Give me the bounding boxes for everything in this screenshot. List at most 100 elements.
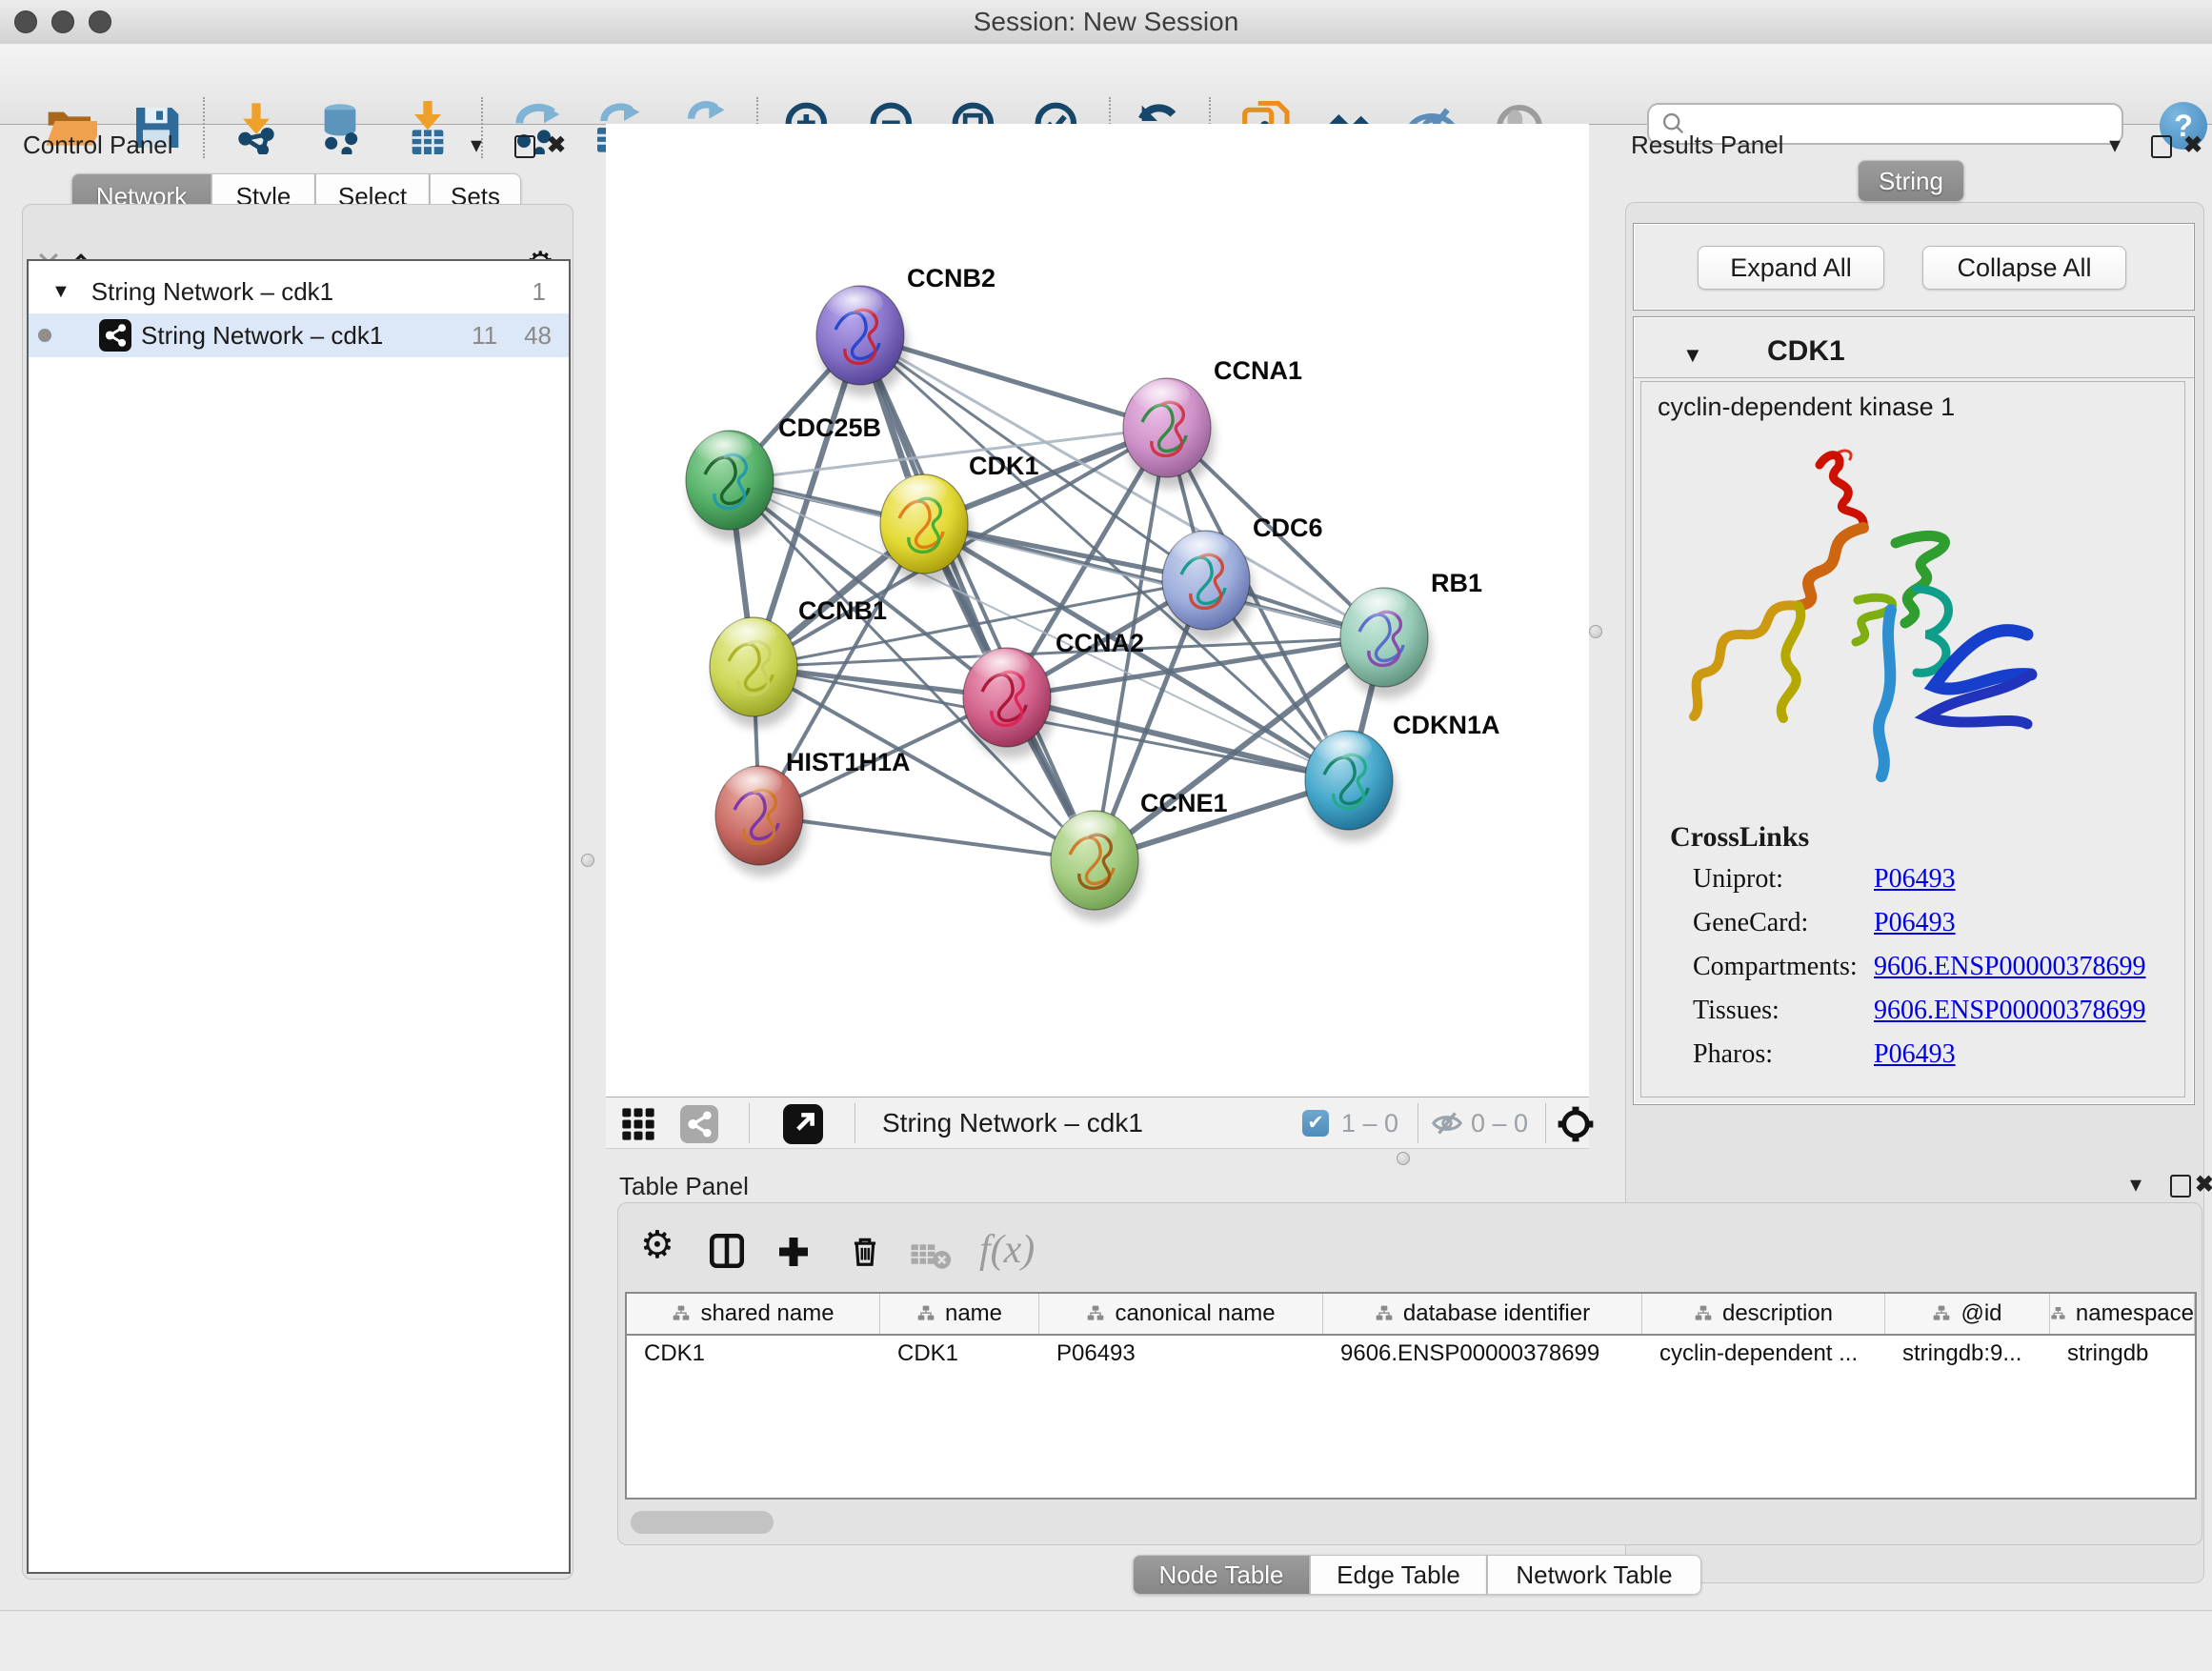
crosslink-label: Compartments: <box>1693 952 1858 982</box>
table-cell[interactable]: stringdb:9... <box>1885 1336 2050 1372</box>
crosslink-link[interactable]: 9606.ENSP00000378699 <box>1874 952 2145 982</box>
table-hscrollbar-thumb[interactable] <box>631 1511 774 1534</box>
network-canvas[interactable]: CCNB2CCNA1CDC25BCDK1CDC6RB1CCNB1CCNA2CDK… <box>606 124 1589 1097</box>
network-node-CCNB1 <box>710 617 801 728</box>
tab-network-table[interactable]: Network Table <box>1487 1555 1701 1595</box>
crosshair-icon[interactable] <box>1556 1104 1596 1144</box>
column-header-4[interactable]: description <box>1642 1294 1885 1334</box>
control-panel-title: Control Panel <box>23 131 173 160</box>
node-label-CCNB1: CCNB1 <box>798 596 887 625</box>
network-row-selected[interactable]: String Network – cdk1 11 48 <box>29 313 569 357</box>
results-panel-close-icon[interactable]: ✖ <box>2183 133 2202 158</box>
detach-view-icon[interactable] <box>783 1104 823 1144</box>
grid-view-icon[interactable] <box>619 1105 657 1143</box>
import-network-database-icon[interactable] <box>313 101 367 154</box>
control-panel-menu-icon[interactable]: ▾ <box>471 133 482 158</box>
tab-edge-table[interactable]: Edge Table <box>1310 1555 1487 1595</box>
hidden-eye-icon[interactable] <box>1431 1107 1463 1139</box>
network-node-count: 11 <box>472 321 497 351</box>
toolbar-separator <box>749 1103 750 1143</box>
crosslink-label: Uniprot: <box>1693 864 1783 895</box>
table-panel-menu-icon[interactable]: ▾ <box>2130 1173 2142 1198</box>
table-cell[interactable]: stringdb <box>2050 1336 2195 1372</box>
node-label-CCNE1: CCNE1 <box>1140 789 1228 817</box>
column-attribute-icon <box>1694 1304 1713 1323</box>
column-header-1[interactable]: name <box>880 1294 1039 1334</box>
network-node-CDK1 <box>880 474 972 585</box>
title-bar: Session: New Session <box>0 0 2212 45</box>
hidden-node-edge-counts: 0 – 0 <box>1471 1109 1528 1138</box>
crosslink-link[interactable]: P06493 <box>1874 908 1956 938</box>
main-toolbar: ? <box>0 44 2212 125</box>
crosslinks-heading: CrossLinks <box>1670 821 1809 854</box>
column-attribute-icon <box>672 1304 691 1323</box>
node-label-HIST1H1A: HIST1H1A <box>786 748 911 776</box>
control-panel-close-icon[interactable]: ✖ <box>547 133 566 158</box>
network-share-view-icon[interactable] <box>680 1105 718 1143</box>
network-node-CDC25B <box>686 431 777 541</box>
crosslink-link[interactable]: 9606.ENSP00000378699 <box>1874 996 2145 1026</box>
table-cell[interactable]: 9606.ENSP00000378699 <box>1323 1336 1642 1372</box>
network-view-toolbar: String Network – cdk1 ✔ 1 – 0 0 – 0 <box>606 1097 1589 1149</box>
delete-column-icon[interactable] <box>847 1233 883 1269</box>
tab-node-table[interactable]: Node Table <box>1133 1555 1310 1595</box>
selected-nodes-checkbox[interactable]: ✔ <box>1302 1110 1329 1137</box>
network-node-HIST1H1A <box>715 766 807 876</box>
network-view-title: String Network – cdk1 <box>882 1108 1143 1138</box>
column-header-5[interactable]: @id <box>1885 1294 2050 1334</box>
delete-table-icon-disabled <box>910 1238 952 1273</box>
node-label-RB1: RB1 <box>1431 569 1482 597</box>
table-cell[interactable]: CDK1 <box>880 1336 1039 1372</box>
node-label-CCNA2: CCNA2 <box>1056 629 1144 657</box>
network-node-RB1 <box>1340 588 1432 698</box>
status-bar: Memory <box>0 1610 2212 1671</box>
crosslink-link[interactable]: P06493 <box>1874 1039 1956 1070</box>
collapse-all-button[interactable]: Collapse All <box>1922 246 2126 290</box>
node-label-CCNA1: CCNA1 <box>1214 356 1302 385</box>
table-cell[interactable]: CDK1 <box>627 1336 880 1372</box>
node-label-CCNB2: CCNB2 <box>907 264 995 292</box>
crosslink-link[interactable]: P06493 <box>1874 864 1956 895</box>
tab-string[interactable]: String <box>1858 160 1964 202</box>
right-splitter-handle[interactable] <box>1589 625 1602 638</box>
collection-count: 1 <box>533 277 546 307</box>
add-column-icon[interactable] <box>774 1233 813 1271</box>
bottom-splitter-handle[interactable] <box>1397 1152 1410 1165</box>
column-header-3[interactable]: database identifier <box>1323 1294 1642 1334</box>
column-attribute-icon <box>916 1304 935 1323</box>
string-network-icon <box>99 319 131 352</box>
results-panel-float-icon[interactable] <box>2151 135 2172 158</box>
table-panel-float-icon[interactable] <box>2170 1175 2191 1198</box>
protein-structure-image <box>1677 448 2048 800</box>
table-panel-close-icon[interactable]: ✖ <box>2195 1173 2212 1198</box>
network-collection-row[interactable]: ▼ String Network – cdk1 1 <box>29 270 569 313</box>
network-node-CCNB2 <box>816 286 908 396</box>
expand-all-button[interactable]: Expand All <box>1698 246 1884 290</box>
node-label-CDC25B: CDC25B <box>778 413 881 442</box>
column-header-0[interactable]: shared name <box>627 1294 880 1334</box>
table-options-gear-icon[interactable]: ⚙ <box>640 1229 674 1261</box>
gene-collapse-icon[interactable]: ▼ <box>1682 343 1703 368</box>
gene-description: cyclin-dependent kinase 1 <box>1658 393 1955 422</box>
network-node-CDKN1A <box>1305 731 1397 841</box>
column-attribute-icon <box>1375 1304 1394 1323</box>
application-window: Session: New Session <box>0 0 2212 1671</box>
network-node-CCNE1 <box>1051 811 1142 921</box>
column-header-2[interactable]: canonical name <box>1039 1294 1323 1334</box>
collection-expand-icon[interactable]: ▼ <box>51 281 70 303</box>
show-columns-icon[interactable] <box>707 1231 747 1271</box>
results-panel-menu-icon[interactable]: ▾ <box>2109 133 2121 158</box>
toolbar-separator <box>1545 1103 1546 1143</box>
selected-node-edge-counts: 1 – 0 <box>1341 1109 1398 1138</box>
control-panel-float-icon[interactable] <box>514 135 535 158</box>
toolbar-separator <box>203 97 205 158</box>
column-header-6[interactable]: namespace <box>2050 1294 2195 1334</box>
left-splitter-handle[interactable] <box>581 854 594 867</box>
import-network-file-icon[interactable] <box>230 101 283 154</box>
table-cell[interactable]: cyclin-dependent ... <box>1642 1336 1885 1372</box>
crosslink-label: Pharos: <box>1693 1039 1773 1070</box>
divider <box>1634 377 2194 378</box>
import-table-icon[interactable] <box>401 101 454 154</box>
table-cell[interactable]: P06493 <box>1039 1336 1323 1372</box>
network-edge-count: 48 <box>524 321 552 351</box>
